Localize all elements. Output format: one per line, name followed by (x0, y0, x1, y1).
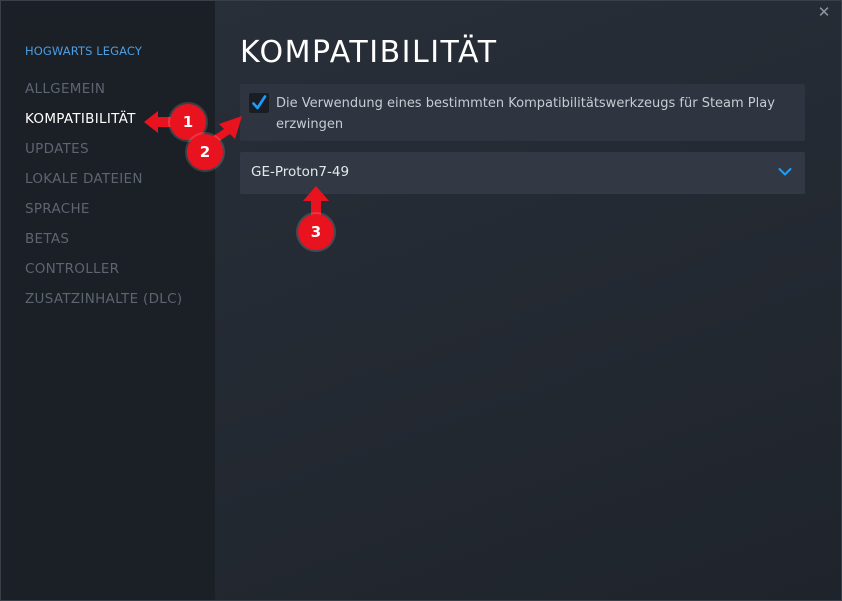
compat-tool-selected-value: GE-Proton7-49 (251, 164, 350, 180)
sidebar-item-betas[interactable]: BETAS (25, 229, 182, 259)
force-compat-tool-checkbox[interactable] (249, 93, 269, 113)
checkmark-icon (252, 95, 267, 110)
sidebar: HOGWARTS LEGACY ALLGEMEIN KOMPATIBILITÄT… (1, 1, 215, 600)
annotation-marker-3: 3 (298, 214, 334, 250)
sidebar-item-sprache[interactable]: SPRACHE (25, 199, 182, 229)
page-title: KOMPATIBILITÄT (240, 35, 498, 70)
sidebar-item-dlc[interactable]: ZUSATZINHALTE (DLC) (25, 289, 182, 319)
sidebar-item-allgemein[interactable]: ALLGEMEIN (25, 79, 182, 109)
force-compat-tool-panel: Die Verwendung eines bestimmten Kompatib… (240, 84, 805, 141)
chevron-down-icon (778, 168, 792, 176)
close-icon[interactable]: ✕ (817, 5, 831, 20)
force-compat-tool-label[interactable]: Die Verwendung eines bestimmten Kompatib… (276, 93, 796, 135)
sidebar-item-controller[interactable]: CONTROLLER (25, 259, 182, 289)
annotation-marker-2: 2 (187, 134, 223, 170)
sidebar-item-lokale-dateien[interactable]: LOKALE DATEIEN (25, 169, 182, 199)
game-title: HOGWARTS LEGACY (25, 44, 142, 58)
properties-window: HOGWARTS LEGACY ALLGEMEIN KOMPATIBILITÄT… (0, 0, 842, 601)
sidebar-item-updates[interactable]: UPDATES (25, 139, 182, 169)
